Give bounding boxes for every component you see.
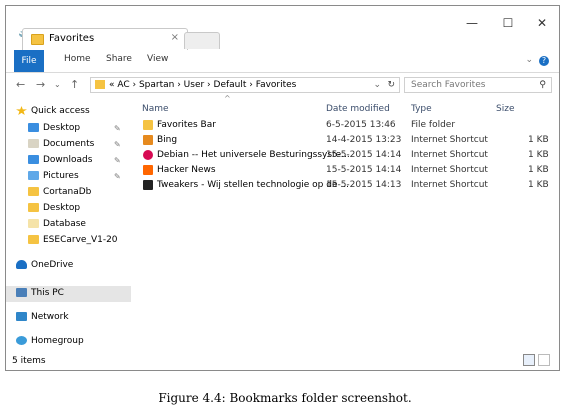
folder-icon — [28, 235, 39, 244]
tweakers-icon — [143, 180, 153, 190]
tab-view[interactable]: View — [147, 54, 168, 64]
chevron-down-icon[interactable]: ⌄ — [525, 55, 533, 65]
explorer-window: 🔧 Favorites × — ☐ ✕ Home Share View ⌄ ? … — [5, 5, 560, 371]
table-row[interactable]: Hacker News 15-5-2015 14:14 Internet Sho… — [6, 163, 559, 178]
item-count: 5 items — [12, 356, 46, 366]
forward-arrow-icon[interactable]: → — [36, 78, 45, 91]
folder-icon — [95, 80, 105, 89]
table-row[interactable]: Tweakers - Wij stellen technologie op de… — [6, 178, 559, 193]
up-arrow-icon[interactable]: ↑ — [70, 78, 79, 91]
figure-caption: Figure 4.4: Bookmarks folder screenshot. — [158, 391, 412, 405]
table-row[interactable]: Debian -- Het universele Besturingssyste… — [6, 148, 559, 163]
new-tab-button[interactable] — [184, 32, 220, 49]
folder-icon — [143, 120, 153, 130]
search-icon: ⚲ — [539, 80, 546, 90]
sidebar-item-homegroup[interactable]: Homegroup — [16, 336, 84, 346]
hackernews-icon — [143, 165, 153, 175]
debian-icon — [143, 150, 153, 160]
title-bar: 🔧 Favorites × — ☐ ✕ — [6, 6, 559, 51]
address-field[interactable]: « AC › Spartan › User › Default › Favori… — [90, 77, 400, 93]
tab-file[interactable]: File — [14, 50, 44, 72]
table-row[interactable]: Favorites Bar 6-5-2015 13:46 File folder — [6, 118, 559, 133]
tab-share[interactable]: Share — [106, 54, 132, 64]
search-placeholder: Search Favorites — [411, 80, 486, 90]
refresh-icon[interactable]: ↻ — [387, 78, 395, 92]
ribbon-tabs: Home Share View ⌄ ? — [6, 50, 559, 73]
star-icon — [16, 106, 27, 115]
folder-icon — [28, 219, 39, 228]
maximize-button[interactable]: ☐ — [498, 16, 518, 30]
table-row[interactable]: Bing 14-4-2015 13:23 Internet Shortcut 1… — [6, 133, 559, 148]
sidebar-item-esecarve[interactable]: ESECarve_V1-20 — [28, 235, 118, 245]
help-icon[interactable]: ? — [539, 56, 549, 66]
details-view-icon[interactable] — [523, 354, 535, 366]
status-bar: 5 items — [6, 352, 559, 370]
column-header-name[interactable]: Name — [142, 104, 169, 114]
sort-ascending-icon: ^ — [224, 94, 231, 103]
tab-close-button[interactable]: × — [171, 32, 179, 43]
sidebar-item-this-pc[interactable]: This PC — [16, 288, 64, 298]
minimize-button[interactable]: — — [462, 16, 482, 30]
tab-home[interactable]: Home — [64, 54, 91, 64]
address-path: « AC › Spartan › User › Default › Favori… — [109, 80, 297, 90]
address-bar-row: ← → ⌄ ↑ « AC › Spartan › User › Default … — [6, 73, 559, 97]
tab-title: Favorites — [49, 33, 95, 44]
chevron-down-icon[interactable]: ⌄ — [54, 80, 61, 89]
search-input[interactable]: Search Favorites ⚲ — [404, 77, 552, 93]
back-arrow-icon[interactable]: ← — [16, 78, 25, 91]
chevron-down-icon[interactable]: ⌄ — [373, 78, 381, 92]
sidebar-item-desktop-folder[interactable]: Desktop — [28, 203, 80, 213]
sidebar-item-database[interactable]: Database — [28, 219, 86, 229]
computer-icon — [16, 288, 27, 297]
bing-icon — [143, 135, 153, 145]
sidebar-item-quick-access[interactable]: Quick access — [16, 106, 90, 116]
folder-icon — [31, 34, 44, 45]
close-button[interactable]: ✕ — [532, 16, 552, 30]
network-icon — [16, 312, 27, 321]
onedrive-icon — [16, 260, 27, 269]
tab-favorites[interactable]: Favorites × — [22, 28, 188, 51]
homegroup-icon — [16, 336, 27, 345]
sidebar-item-onedrive[interactable]: OneDrive — [16, 260, 73, 270]
column-header-date[interactable]: Date modified — [326, 104, 390, 114]
folder-icon — [28, 203, 39, 212]
column-header-type[interactable]: Type — [411, 104, 432, 114]
sidebar-item-network[interactable]: Network — [16, 312, 69, 322]
large-icons-view-icon[interactable] — [538, 354, 550, 366]
column-header-size[interactable]: Size — [496, 104, 514, 114]
